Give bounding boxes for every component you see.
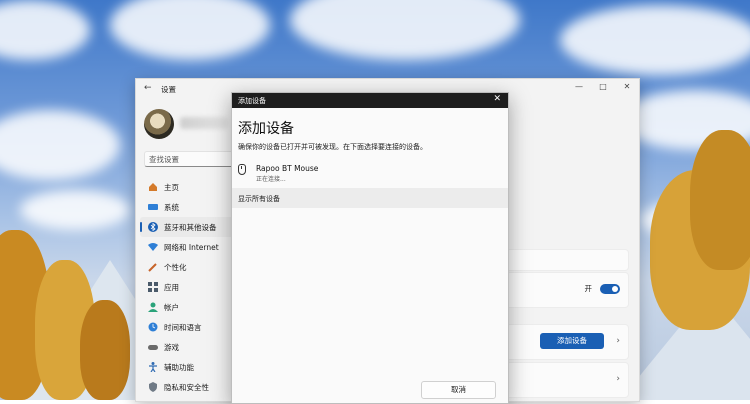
nav-label: 蓝牙和其他设备 xyxy=(164,222,217,232)
add-device-dialog: 添加设备 ✕ 添加设备 确保你的设备已打开并可被发现。在下面选择要连接的设备。 … xyxy=(231,92,509,404)
nav-item-home[interactable]: 主页 xyxy=(140,177,235,197)
bluetooth-card-top xyxy=(506,249,629,271)
network-icon xyxy=(148,242,158,252)
nav-label: 主页 xyxy=(164,182,179,192)
nav-item-accessibility[interactable]: 辅助功能 xyxy=(140,357,235,377)
maximize-icon[interactable]: □ xyxy=(591,79,615,97)
nav-label: 辅助功能 xyxy=(164,362,194,372)
device-list-item[interactable]: Rapoo BT Mouse 正在连接... xyxy=(232,159,508,183)
add-device-button[interactable]: 添加设备 xyxy=(540,333,604,349)
bluetooth-toggle-card: 开 xyxy=(506,272,629,308)
search-placeholder: 查找设置 xyxy=(149,155,179,164)
device-name: Rapoo BT Mouse xyxy=(256,164,319,173)
back-arrow-icon[interactable]: ← xyxy=(144,83,152,93)
dialog-heading: 添加设备 xyxy=(238,121,294,137)
dialog-description: 确保你的设备已打开并可被发现。在下面选择要连接的设备。 xyxy=(238,143,427,151)
cancel-button[interactable]: 取消 xyxy=(421,381,496,399)
nav-label: 时间和语言 xyxy=(164,322,202,332)
accessibility-icon xyxy=(148,362,158,372)
chevron-right-icon[interactable]: › xyxy=(616,374,620,384)
privacy-icon xyxy=(148,382,158,392)
bluetooth-toggle-label: 开 xyxy=(584,284,593,293)
close-icon[interactable]: ✕ xyxy=(615,79,639,97)
dialog-titlebar: 添加设备 ✕ xyxy=(232,93,508,108)
nav-item-time-language[interactable]: 时间和语言 xyxy=(140,317,235,337)
avatar[interactable] xyxy=(144,109,174,139)
minimize-icon[interactable]: — xyxy=(567,79,591,97)
settings-nav: 主页 系统 蓝牙和其他设备 网络和 Internet 个性化 应用 帐户 时间和… xyxy=(140,177,235,397)
show-all-devices-row[interactable]: 显示所有设备 xyxy=(232,188,508,208)
nav-item-accounts[interactable]: 帐户 xyxy=(140,297,235,317)
show-all-devices-label: 显示所有设备 xyxy=(238,195,280,203)
username-blurred xyxy=(180,117,228,129)
close-icon[interactable]: ✕ xyxy=(493,94,501,104)
nav-label: 应用 xyxy=(164,282,179,292)
devices-card: › xyxy=(506,362,629,398)
time-language-icon xyxy=(148,322,158,332)
search-input[interactable]: 查找设置 xyxy=(144,151,234,167)
nav-item-personalization[interactable]: 个性化 xyxy=(140,257,235,277)
system-icon xyxy=(148,202,158,212)
nav-label: 游戏 xyxy=(164,342,179,352)
nav-label: 帐户 xyxy=(164,302,179,312)
nav-item-system[interactable]: 系统 xyxy=(140,197,235,217)
dialog-title: 添加设备 xyxy=(238,97,266,105)
nav-label: 网络和 Internet xyxy=(164,242,219,252)
mouse-icon xyxy=(238,164,246,175)
home-icon xyxy=(148,182,158,192)
nav-label: 隐私和安全性 xyxy=(164,382,209,392)
bluetooth-toggle[interactable] xyxy=(600,283,620,294)
personalization-icon xyxy=(148,262,158,272)
nav-item-privacy[interactable]: 隐私和安全性 xyxy=(140,377,235,397)
nav-label: 个性化 xyxy=(164,262,187,272)
chevron-right-icon[interactable]: › xyxy=(616,336,620,346)
nav-item-gaming[interactable]: 游戏 xyxy=(140,337,235,357)
gaming-icon xyxy=(148,342,158,352)
bluetooth-icon xyxy=(148,222,158,232)
nav-item-bluetooth[interactable]: 蓝牙和其他设备 xyxy=(140,217,235,237)
apps-icon xyxy=(148,282,158,292)
accounts-icon xyxy=(148,302,158,312)
nav-item-apps[interactable]: 应用 xyxy=(140,277,235,297)
nav-label: 系统 xyxy=(164,202,179,212)
settings-title: 设置 xyxy=(161,85,176,94)
nav-item-network[interactable]: 网络和 Internet xyxy=(140,237,235,257)
device-status: 正在连接... xyxy=(256,176,286,183)
